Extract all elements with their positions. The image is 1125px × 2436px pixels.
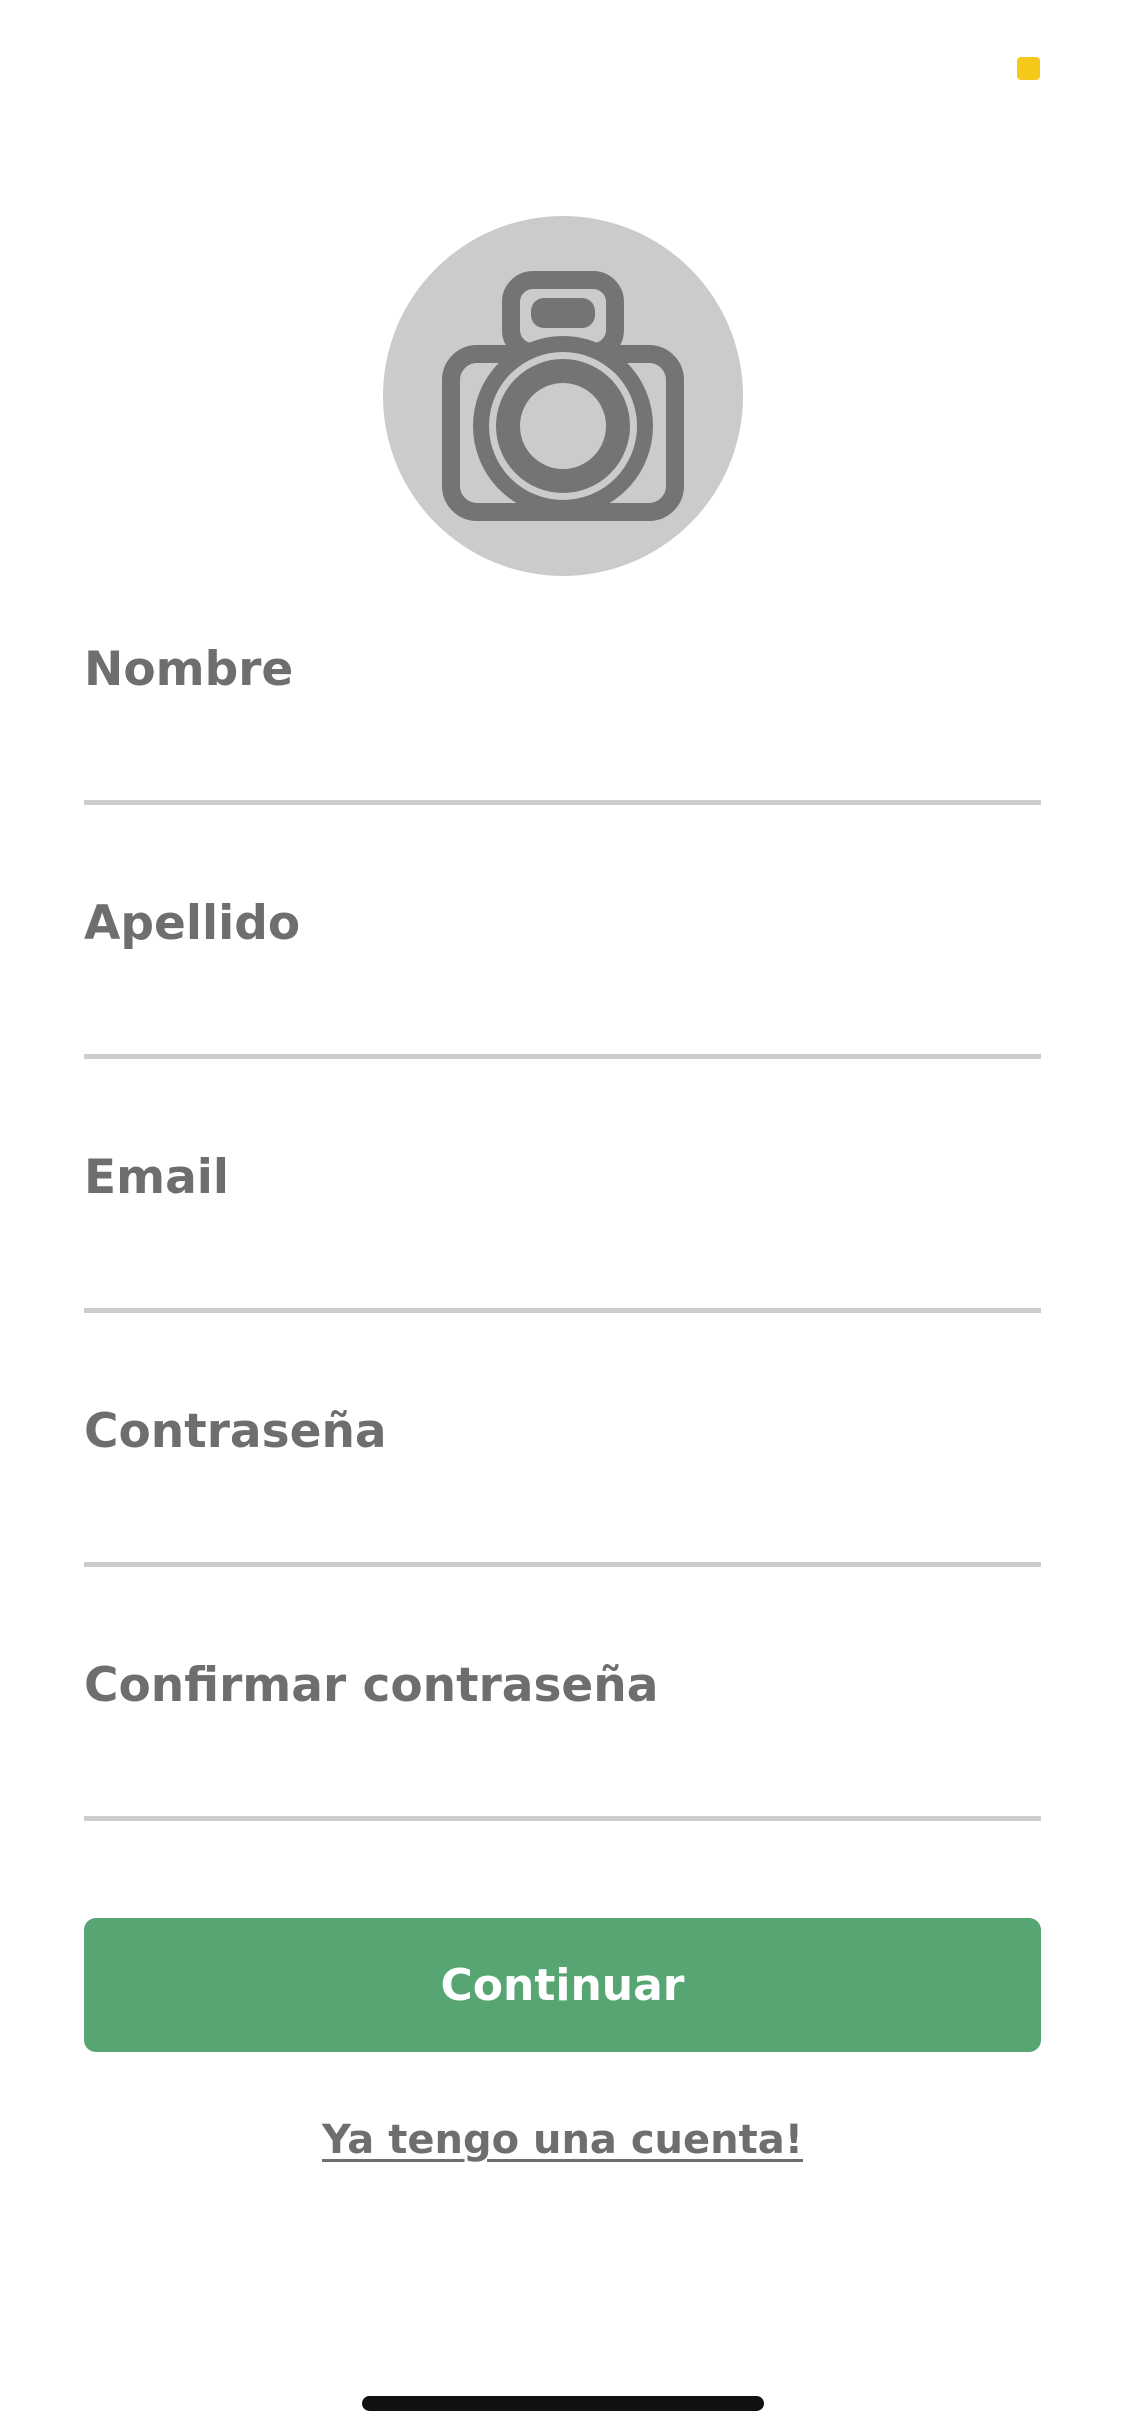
already-have-account-link[interactable]: Ya tengo una cuenta! [322,2117,803,2163]
profile-photo-picker[interactable] [383,216,743,576]
first-name-label: Nombre [84,642,294,697]
camera-icon [442,271,684,521]
password-underline [84,1562,1041,1567]
last-name-label: Apellido [84,896,301,951]
first-name-field[interactable]: Nombre [84,640,1041,840]
email-label: Email [84,1150,230,1205]
confirm-password-label: Confirmar contraseña [84,1658,659,1713]
home-indicator [362,2396,764,2411]
last-name-underline [84,1054,1041,1059]
login-link-row: Ya tengo una cuenta! [0,2110,1125,2170]
email-field[interactable]: Email [84,1148,1041,1348]
first-name-underline [84,800,1041,805]
continue-button[interactable]: Continuar [84,1918,1041,2052]
confirm-password-field[interactable]: Confirmar contraseña [84,1656,1041,1856]
status-indicator [1017,57,1040,80]
email-underline [84,1308,1041,1313]
password-label: Contraseña [84,1404,387,1459]
last-name-field[interactable]: Apellido [84,894,1041,1094]
password-field[interactable]: Contraseña [84,1402,1041,1602]
confirm-password-underline [84,1816,1041,1821]
